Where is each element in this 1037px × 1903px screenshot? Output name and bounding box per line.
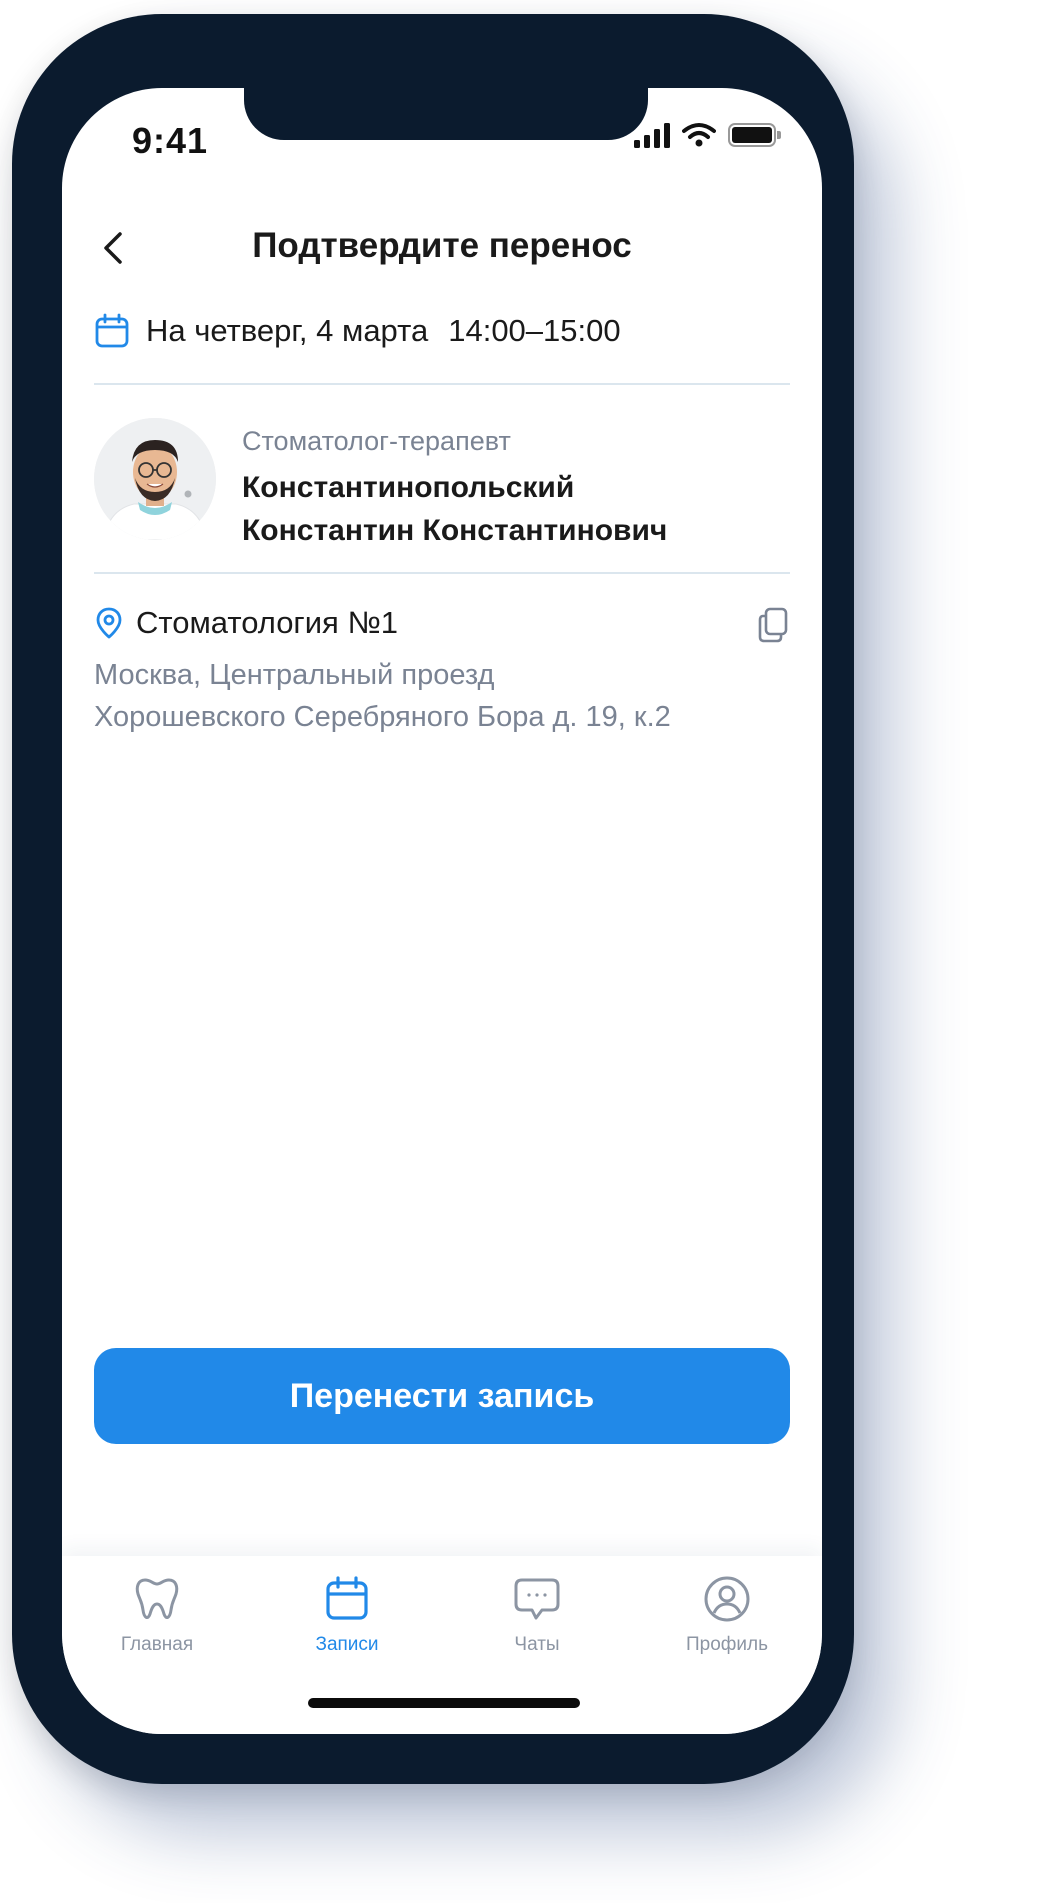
calendar-icon	[95, 313, 129, 348]
divider	[94, 572, 790, 574]
appointment-time: 14:00–15:00	[448, 313, 621, 348]
location-pin-icon	[96, 607, 122, 639]
phone-frame: 9:41 Подтвердите перенос На четверг, 4 м…	[12, 14, 854, 1784]
battery-icon	[728, 123, 781, 147]
copy-icon[interactable]	[756, 606, 790, 644]
tab-home[interactable]: Главная	[62, 1574, 252, 1656]
status-time: 9:41	[132, 120, 209, 161]
app-screen: 9:41 Подтвердите перенос На четверг, 4 м…	[62, 88, 822, 1734]
status-icons	[634, 122, 781, 148]
chat-icon	[514, 1578, 560, 1620]
doctor-avatar	[94, 418, 216, 540]
divider	[94, 383, 790, 385]
doctor-name-line2: Константин Константинович	[242, 514, 668, 547]
tab-appointments-label: Записи	[315, 1634, 379, 1655]
reschedule-button[interactable]: Перенести запись	[94, 1348, 790, 1444]
signal-icon	[634, 122, 670, 148]
clinic-address: Москва, Центральный проезд Хорошевского …	[94, 654, 790, 738]
tab-chats-label: Чаты	[514, 1634, 560, 1655]
clinic-name: Стоматология №1	[136, 605, 398, 640]
header: Подтвердите перенос	[62, 208, 822, 288]
appointment-date: На четверг, 4 марта	[146, 313, 429, 348]
doctor-name-line1: Константинопольский	[242, 471, 575, 504]
home-indicator	[308, 1698, 580, 1708]
doctor-name: Константинопольский Константин Константи…	[242, 466, 667, 552]
tab-home-label: Главная	[120, 1634, 194, 1655]
calendar-icon	[326, 1576, 368, 1620]
tab-profile[interactable]: Профиль	[632, 1574, 822, 1656]
appointment-datetime: На четверг, 4 марта 14:00–15:00	[94, 304, 621, 358]
doctor-specialty: Стоматолог-терапевт	[242, 426, 511, 456]
tooth-icon	[135, 1578, 179, 1619]
profile-icon	[704, 1576, 750, 1622]
wifi-icon	[682, 123, 716, 147]
tab-profile-label: Профиль	[685, 1634, 769, 1655]
clinic-info: Стоматология №1 Москва, Центральный прое…	[94, 598, 790, 738]
clinic-address-line1: Москва, Центральный проезд	[94, 659, 495, 691]
notch	[244, 88, 648, 140]
tab-chats[interactable]: Чаты	[442, 1574, 632, 1656]
clinic-address-line2: Хорошевского Серебряного Бора д. 19, к.2	[94, 701, 671, 733]
page-title: Подтвердите перенос	[252, 226, 632, 265]
doctor-card: Стоматолог-терапевт Константинопольский …	[94, 418, 790, 548]
tab-appointments[interactable]: Записи	[252, 1574, 442, 1656]
